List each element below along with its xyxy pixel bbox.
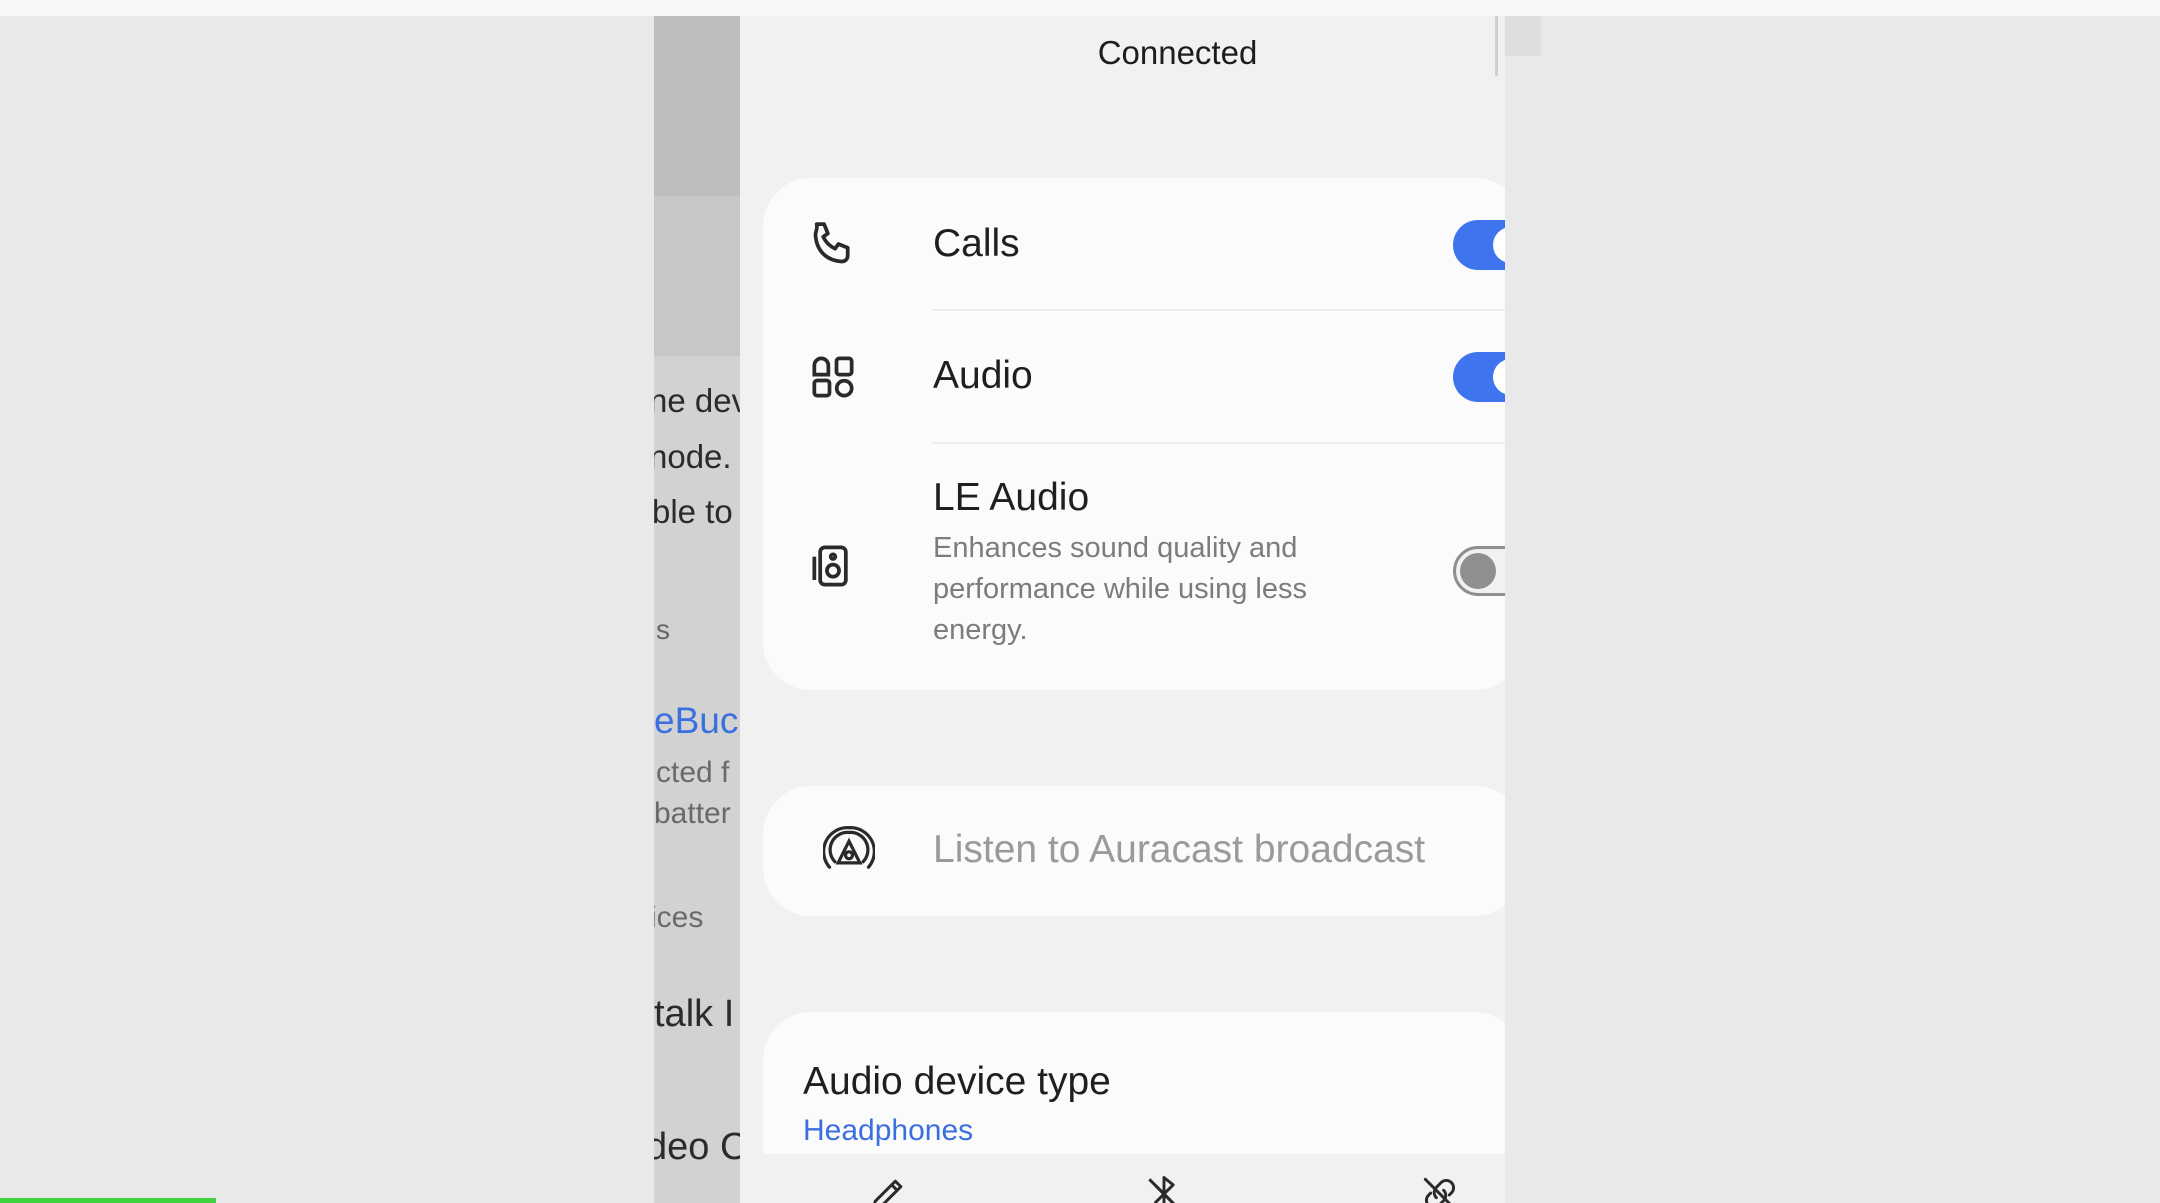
pencil-icon[interactable]: [866, 1172, 910, 1203]
auracast-card[interactable]: Listen to Auracast broadcast: [763, 786, 1505, 916]
backdrop-right: [1505, 16, 2160, 1203]
sheet-edge: [1495, 16, 1498, 76]
bottom-action-bar: [740, 1154, 1505, 1203]
underlying-text: talk I: [654, 993, 735, 1035]
setting-row-audio[interactable]: Audio: [763, 311, 1505, 442]
setting-description: Enhances sound quality and performance w…: [933, 532, 1307, 646]
underlying-section-shade: [654, 196, 740, 356]
underlying-text: deo C: [654, 1126, 740, 1168]
speaker-icon: [805, 538, 861, 594]
setting-label: LE Audio: [933, 476, 1090, 519]
setting-row-calls[interactable]: Calls: [763, 178, 1505, 310]
underlying-page: ne dev node. ble to s eBuc cted f batter…: [654, 16, 740, 1203]
underlying-text: ne dev: [654, 382, 740, 419]
audio-toggle[interactable]: [1453, 352, 1505, 402]
underlying-text: node.: [654, 438, 732, 475]
underlying-header-shade: [654, 16, 740, 196]
device-settings-sheet: Connected Calls Audio LE Audio Enhances …: [740, 16, 1505, 1203]
phone-icon: [805, 216, 861, 272]
toggle-knob: [1493, 359, 1505, 395]
profiles-card: Calls Audio LE Audio Enhances sound qual…: [763, 178, 1505, 690]
apps-icon: [805, 349, 861, 405]
calls-toggle[interactable]: [1453, 220, 1505, 270]
le-audio-toggle[interactable]: [1453, 546, 1505, 596]
setting-label: Audio: [933, 354, 1033, 397]
backdrop-chip: [1505, 16, 1541, 56]
underlying-text: batter: [654, 797, 731, 830]
auracast-label: Listen to Auracast broadcast: [933, 828, 1426, 871]
toggle-knob: [1460, 553, 1496, 589]
setting-row-le-audio[interactable]: LE Audio Enhances sound quality and perf…: [763, 444, 1505, 690]
connection-status: Connected: [1097, 34, 1258, 71]
underlying-text: ices: [654, 901, 704, 934]
audio-device-type-title: Audio device type: [803, 1060, 1111, 1103]
underlying-text: cted f: [656, 756, 730, 789]
progress-line: [0, 1198, 216, 1203]
backdrop-left: [0, 16, 654, 1203]
underlying-text: ble to: [654, 493, 733, 530]
auracast-icon: [822, 826, 876, 878]
toggle-knob: [1493, 227, 1505, 263]
unlink-icon[interactable]: [1418, 1172, 1462, 1203]
setting-label: Calls: [933, 222, 1020, 265]
audio-device-type-value: Headphones: [803, 1114, 974, 1147]
bluetooth-off-icon[interactable]: [1142, 1172, 1186, 1203]
underlying-text: s: [656, 614, 670, 645]
top-strip: [0, 0, 2160, 16]
underlying-link: eBuc: [654, 700, 739, 741]
